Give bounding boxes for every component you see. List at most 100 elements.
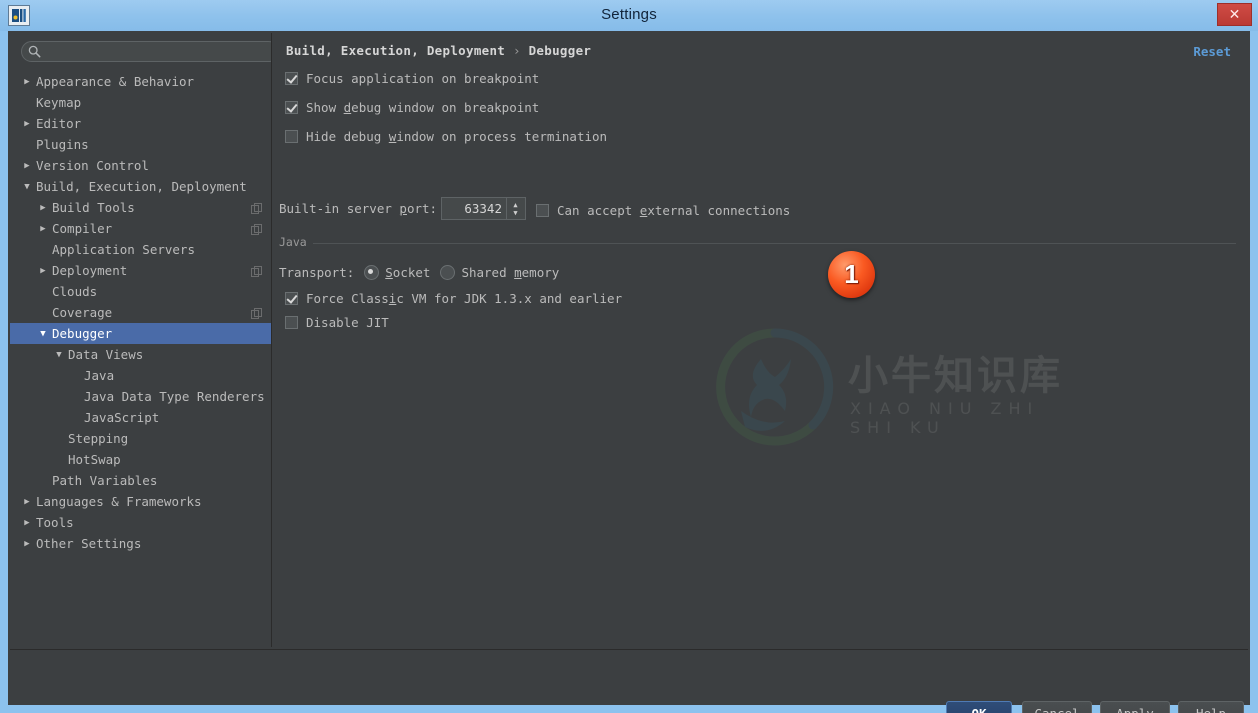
ok-button[interactable]: OK xyxy=(946,701,1012,713)
search-icon xyxy=(28,45,41,58)
sidebar-item-label: Editor xyxy=(36,116,82,131)
sidebar-item-keymap[interactable]: Keymap xyxy=(10,92,271,113)
close-icon[interactable]: ✕ xyxy=(1217,3,1252,26)
checkbox-indicator[interactable] xyxy=(285,316,298,329)
sidebar-item-java-data-type-renderers[interactable]: Java Data Type Renderers xyxy=(10,386,271,407)
sidebar-item-appearance-behavior[interactable]: ▶ Appearance & Behavior xyxy=(10,71,271,92)
sidebar-item-label: Stepping xyxy=(68,431,129,446)
stepper-down-icon[interactable]: ▼ xyxy=(513,209,517,217)
chevron-right-icon[interactable]: ▶ xyxy=(22,119,32,129)
sidebar-item-label: HotSwap xyxy=(68,452,121,467)
checkbox-indicator[interactable] xyxy=(285,101,298,114)
sidebar-item-label: JavaScript xyxy=(84,410,160,425)
copy-icon[interactable] xyxy=(251,307,262,319)
sidebar-item-java[interactable]: Java xyxy=(10,365,271,386)
watermark-logo-icon xyxy=(716,328,834,446)
search-box[interactable] xyxy=(21,41,271,62)
apply-button[interactable]: Apply xyxy=(1100,701,1170,713)
sidebar-item-label: Java xyxy=(84,368,115,383)
sidebar-item-languages-frameworks[interactable]: ▶ Languages & Frameworks xyxy=(10,491,271,512)
checkbox-label: Show debug window on breakpoint xyxy=(306,100,540,115)
sidebar-item-editor[interactable]: ▶ Editor xyxy=(10,113,271,134)
sidebar-item-debugger[interactable]: ▼ Debugger xyxy=(10,323,271,344)
transport-label: Transport: xyxy=(279,265,355,280)
sidebar-item-label: Version Control xyxy=(36,158,149,173)
sidebar-item-other-settings[interactable]: ▶ Other Settings xyxy=(10,533,271,554)
copy-icon[interactable] xyxy=(251,265,262,277)
transport-option-socket-label: Socket xyxy=(385,265,431,280)
watermark: 小牛知识库 XIAO NIU ZHI SHI KU xyxy=(713,325,1093,455)
checkbox-row-show-debug-window-on-breakpoint[interactable]: Show debug window on breakpoint xyxy=(285,100,539,115)
chevron-right-icon[interactable]: ▶ xyxy=(22,539,32,549)
sidebar-item-coverage[interactable]: Coverage xyxy=(10,302,271,323)
copy-icon[interactable] xyxy=(251,202,262,214)
sidebar-item-data-views[interactable]: ▼ Data Views xyxy=(10,344,271,365)
chevron-right-icon[interactable]: ▶ xyxy=(38,203,48,213)
sidebar-item-path-variables[interactable]: Path Variables xyxy=(10,470,271,491)
chevron-right-icon[interactable]: ▶ xyxy=(22,161,32,171)
breadcrumb-leaf: Debugger xyxy=(528,43,592,58)
cancel-button[interactable]: Cancel xyxy=(1022,701,1092,713)
server-port-input[interactable] xyxy=(442,200,506,217)
checkbox-row-disable-jit[interactable]: Disable JIT xyxy=(285,315,389,330)
checkbox-label: Force Classic VM for JDK 1.3.x and earli… xyxy=(306,291,623,306)
external-connections-checkbox-row[interactable]: Can accept external connections xyxy=(536,203,790,218)
watermark-subtext: XIAO NIU ZHI SHI KU xyxy=(850,399,1040,437)
checkbox-indicator[interactable] xyxy=(285,130,298,143)
external-connections-checkbox[interactable] xyxy=(536,204,549,217)
sidebar-item-version-control[interactable]: ▶ Version Control xyxy=(10,155,271,176)
chevron-right-icon[interactable]: ▶ xyxy=(22,497,32,507)
sidebar-item-label: Clouds xyxy=(52,284,98,299)
sidebar-item-label: Path Variables xyxy=(52,473,158,488)
stepper-up-icon[interactable]: ▲ xyxy=(513,201,517,209)
search-input[interactable] xyxy=(46,43,270,60)
sidebar-item-label: Coverage xyxy=(52,305,113,320)
transport-row: Transport: Socket Shared memory xyxy=(279,265,559,280)
sidebar-item-stepping[interactable]: Stepping xyxy=(10,428,271,449)
transport-radio-socket[interactable] xyxy=(364,265,380,280)
server-port-stepper[interactable]: ▲ ▼ xyxy=(441,197,526,220)
chevron-down-icon[interactable]: ▼ xyxy=(38,329,48,339)
checkbox-row-force-classic-vm-for-jdk-1-3-x-and-earlier[interactable]: Force Classic VM for JDK 1.3.x and earli… xyxy=(285,291,622,306)
settings-content: Build, Execution, Deployment › Debugger … xyxy=(273,33,1248,647)
sidebar-item-label: Java Data Type Renderers xyxy=(84,389,265,404)
chevron-right-icon[interactable]: ▶ xyxy=(22,518,32,528)
stepper-buttons[interactable]: ▲ ▼ xyxy=(506,198,524,219)
external-connections-label: Can accept external connections xyxy=(557,203,791,218)
sidebar-item-deployment[interactable]: ▶ Deployment xyxy=(10,260,271,281)
sidebar-item-build-tools[interactable]: ▶ Build Tools xyxy=(10,197,271,218)
help-button[interactable]: Help xyxy=(1178,701,1244,713)
checkbox-indicator[interactable] xyxy=(285,72,298,85)
sidebar-item-tools[interactable]: ▶ Tools xyxy=(10,512,271,533)
sidebar-item-application-servers[interactable]: Application Servers xyxy=(10,239,271,260)
sidebar-item-label: Application Servers xyxy=(52,242,195,257)
sidebar-item-build-execution-deployment[interactable]: ▼ Build, Execution, Deployment xyxy=(10,176,271,197)
sidebar-item-plugins[interactable]: Plugins xyxy=(10,134,271,155)
sidebar-item-clouds[interactable]: Clouds xyxy=(10,281,271,302)
title-bar: Settings ✕ xyxy=(0,0,1258,31)
sidebar-item-compiler[interactable]: ▶ Compiler xyxy=(10,218,271,239)
chevron-down-icon[interactable]: ▼ xyxy=(54,350,64,360)
dialog-button-bar: OK Cancel Apply Help xyxy=(10,649,1248,713)
copy-icon[interactable] xyxy=(251,223,262,235)
sidebar-item-label: Debugger xyxy=(52,326,113,341)
transport-option-shared-memory-label: Shared memory xyxy=(461,265,560,280)
checkbox-label: Disable JIT xyxy=(306,315,389,330)
sidebar-item-label: Build, Execution, Deployment xyxy=(36,179,247,194)
transport-radio-shared-memory[interactable] xyxy=(440,265,456,280)
sidebar-item-hotswap[interactable]: HotSwap xyxy=(10,449,271,470)
settings-sidebar: ▶ Appearance & Behavior Keymap ▶ Editor Plugi… xyxy=(10,33,272,647)
chevron-right-icon[interactable]: ▶ xyxy=(22,77,32,87)
sidebar-item-label: Deployment xyxy=(52,263,128,278)
reset-link[interactable]: Reset xyxy=(1193,44,1231,59)
sidebar-item-label: Plugins xyxy=(36,137,89,152)
server-port-label-text: Built-in server port: xyxy=(279,201,438,216)
chevron-right-icon[interactable]: ▶ xyxy=(38,266,48,276)
chevron-down-icon[interactable]: ▼ xyxy=(22,182,32,192)
checkbox-row-focus-application-on-breakpoint[interactable]: Focus application on breakpoint xyxy=(285,71,539,86)
sidebar-item-javascript[interactable]: JavaScript xyxy=(10,407,271,428)
breadcrumb: Build, Execution, Deployment › Debugger xyxy=(286,43,591,58)
chevron-right-icon[interactable]: ▶ xyxy=(38,224,48,234)
checkbox-row-hide-debug-window-on-process-termination[interactable]: Hide debug window on process termination xyxy=(285,129,607,144)
checkbox-indicator[interactable] xyxy=(285,292,298,305)
